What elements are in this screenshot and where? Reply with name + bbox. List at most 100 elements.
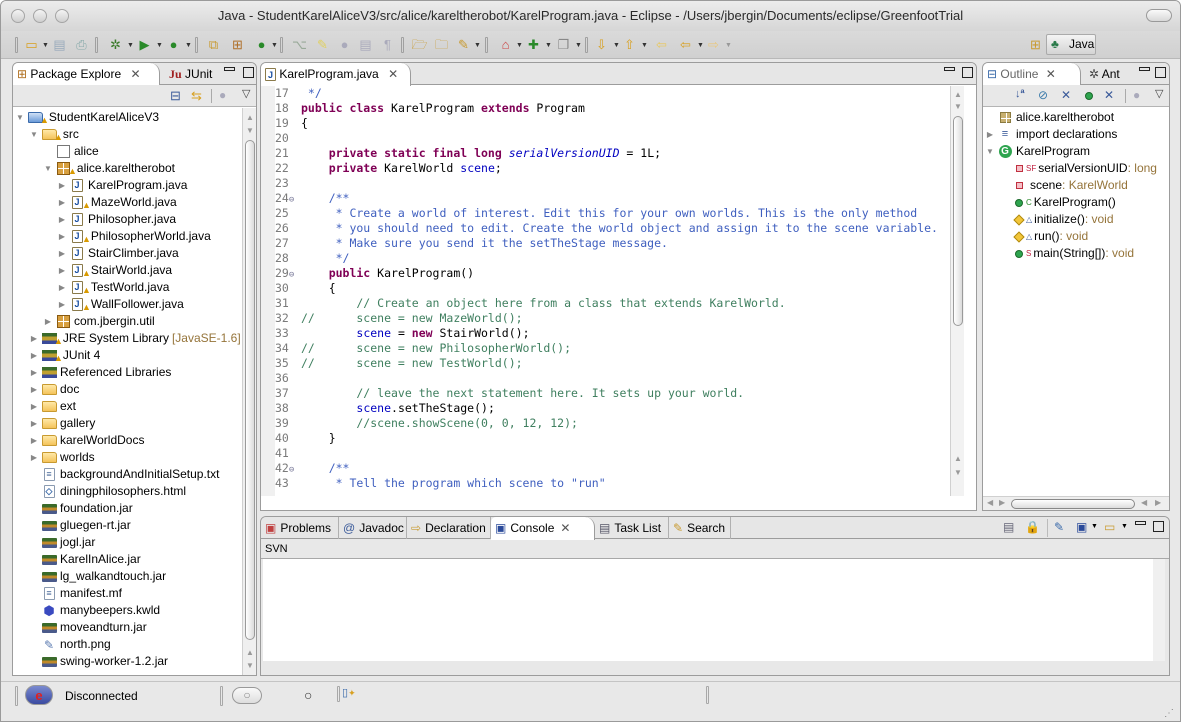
tree-item[interactable]: ▼ ▲ src	[29, 126, 79, 143]
maximize-editor-button[interactable]	[962, 67, 973, 78]
java-perspective-button[interactable]: ♣ Java	[1046, 34, 1096, 55]
outline-item[interactable]: alice.kareltherobot	[985, 109, 1114, 126]
mark-occurrences-icon[interactable]: ✎	[314, 36, 331, 53]
package-explorer-scrollbar[interactable]: ▲ ▼ ▲ ▼	[242, 108, 256, 675]
tree-item[interactable]: ▼ ▲ StudentKarelAliceV3	[15, 109, 159, 126]
collapsed-twisty-icon[interactable]: ▶	[57, 245, 67, 262]
print-icon[interactable]: ⎙	[73, 36, 90, 53]
collapsed-twisty-icon[interactable]: ▶	[29, 398, 39, 415]
scroll-down-icon[interactable]: ▼	[954, 102, 962, 111]
tree-item[interactable]: ▶ J Philosopher.java	[57, 211, 176, 228]
code-line[interactable]: 39 //scene.showScene(0, 0, 12, 12);	[275, 416, 578, 431]
tree-item[interactable]: jogl.jar	[29, 534, 95, 551]
last-edit-location-icon[interactable]: ⇦	[653, 36, 670, 53]
tree-item[interactable]: ▼ ▲ alice.kareltherobot	[43, 160, 175, 177]
scroll-down-icon[interactable]: ▼	[954, 468, 962, 477]
tab-karelprogram-java[interactable]: J KarelProgram.java ✕	[261, 63, 411, 86]
lightbulb-icon[interactable]: ○	[304, 687, 312, 703]
close-icon[interactable]: ✕	[388, 67, 398, 81]
console-scrollbar[interactable]	[1153, 559, 1165, 661]
code-line[interactable]: 21 private static final long serialVersi…	[275, 146, 661, 161]
collapsed-twisty-icon[interactable]: ▶	[57, 296, 67, 313]
chevron-down-icon[interactable]: ▼	[725, 42, 732, 49]
tree-item[interactable]: moveandturn.jar	[29, 619, 147, 636]
back-icon[interactable]: ⇦	[677, 36, 694, 53]
code-line[interactable]: 29⊖ public KarelProgram()	[275, 266, 474, 281]
code-line[interactable]: 31 // Create an object here from a class…	[275, 296, 786, 311]
scroll-left-icon[interactable]: ◀	[987, 498, 993, 507]
scroll-down-icon[interactable]: ▼	[246, 126, 254, 135]
collapsed-twisty-icon[interactable]: ▶	[985, 126, 995, 143]
chevron-down-icon[interactable]: ▼	[42, 42, 49, 49]
code-line[interactable]: 41	[275, 446, 301, 461]
scroll-lock-icon[interactable]: 🔒	[1025, 520, 1040, 534]
chevron-down-icon[interactable]: ▼	[156, 42, 163, 49]
show-whitespace-icon[interactable]: ¶	[379, 36, 396, 53]
tree-item[interactable]: ⬢ manybeepers.kwld	[29, 602, 160, 619]
maximize-view-button[interactable]	[1153, 521, 1164, 532]
tree-item[interactable]: lg_walkandtouch.jar	[29, 568, 166, 585]
tree-item[interactable]: KarelInAlice.jar	[29, 551, 141, 568]
code-line[interactable]: 18 public class KarelProgram extends Prog…	[275, 101, 585, 116]
tree-item[interactable]: ▶ J ▲ MazeWorld.java	[57, 194, 177, 211]
code-line[interactable]: 37 // leave the next statement here. It …	[275, 386, 744, 401]
chevron-down-icon[interactable]: ▼	[545, 42, 552, 49]
code-line[interactable]: 26 * you should need to edit. Create the…	[275, 221, 938, 236]
minimize-editor-button[interactable]	[944, 67, 955, 71]
minimize-view-button[interactable]	[1139, 67, 1150, 71]
scroll-up-icon[interactable]: ▲	[246, 648, 254, 657]
open-type-icon[interactable]: 🗁	[411, 36, 428, 53]
fold-toggle-icon[interactable]: ⊖	[289, 270, 294, 280]
tree-item[interactable]: ▶ doc	[29, 381, 79, 398]
pin-console-icon[interactable]: ✎	[1054, 520, 1064, 534]
tree-item[interactable]: gluegen-rt.jar	[29, 517, 131, 534]
fold-toggle-icon[interactable]: ⊖	[289, 465, 294, 475]
collapsed-twisty-icon[interactable]: ▶	[29, 432, 39, 449]
scroll-up-icon[interactable]: ▲	[246, 113, 254, 122]
collapsed-twisty-icon[interactable]: ▶	[43, 313, 53, 330]
scrollbar-thumb[interactable]	[245, 140, 255, 640]
outline-hscrollbar[interactable]: ◀ ▶ ◀ ▶	[983, 496, 1169, 510]
chevron-down-icon[interactable]: ▼	[697, 42, 704, 49]
expanded-twisty-icon[interactable]: ▼	[29, 126, 39, 143]
tab-problems[interactable]: ▣ Problems	[261, 517, 339, 539]
code-line[interactable]: 34 // scene = new PhilosopherWorld();	[275, 341, 571, 356]
code-line[interactable]: 33 scene = new StairWorld();	[275, 326, 530, 341]
code-line[interactable]: 30 {	[275, 281, 336, 296]
link-with-editor-icon[interactable]: ⇆	[191, 88, 202, 104]
outline-item[interactable]: C KarelProgram()	[999, 194, 1116, 211]
minimize-view-button[interactable]	[224, 67, 235, 71]
outline-item[interactable]: scene : KarelWorld	[999, 177, 1128, 194]
scroll-down-icon[interactable]: ▼	[246, 661, 254, 670]
tree-item[interactable]: ◇ diningphilosophers.html	[29, 483, 186, 500]
code-line[interactable]: 42⊖ /**	[275, 461, 349, 476]
outline-item[interactable]: SF serialVersionUID : long	[999, 160, 1157, 177]
collapsed-twisty-icon[interactable]: ▶	[57, 262, 67, 279]
hide-static-icon[interactable]: ✕	[1061, 88, 1071, 102]
collapsed-twisty-icon[interactable]: ▶	[57, 194, 67, 211]
connection-icon[interactable]: e	[25, 685, 53, 705]
tab-ant[interactable]: ✲ Ant	[1085, 63, 1120, 85]
chevron-down-icon[interactable]: ▼	[516, 42, 523, 49]
view-menu-icon[interactable]: ▽	[1155, 87, 1163, 100]
fast-view-icon[interactable]: ▯✦	[342, 686, 356, 699]
build-icon[interactable]: ⌂	[497, 36, 514, 53]
toolbar-toggle-button[interactable]	[1146, 9, 1172, 22]
chevron-down-icon[interactable]: ▼	[1121, 523, 1128, 530]
tree-item[interactable]: ▶ J ▲ TestWorld.java	[57, 279, 169, 296]
view-menu-icon[interactable]: ▽	[242, 87, 250, 100]
chevron-down-icon[interactable]: ▼	[185, 42, 192, 49]
chevron-down-icon[interactable]: ▼	[271, 42, 278, 49]
fold-toggle-icon[interactable]: ⊖	[289, 195, 294, 205]
code-line[interactable]: 40 }	[275, 431, 336, 446]
scroll-left-icon[interactable]: ◀	[1141, 498, 1147, 507]
code-line[interactable]: 38 scene.setTheStage();	[275, 401, 495, 416]
tree-item[interactable]: ▶ J ▲ StairWorld.java	[57, 262, 172, 279]
collapsed-twisty-icon[interactable]: ▶	[57, 228, 67, 245]
clear-console-icon[interactable]: ▤	[1003, 520, 1014, 534]
maximize-view-button[interactable]	[243, 67, 254, 78]
tree-item[interactable]: ▶ ext	[29, 398, 76, 415]
resize-grip-icon[interactable]: ⋰	[1164, 708, 1174, 719]
tree-item[interactable]: alice	[43, 143, 99, 160]
collapsed-twisty-icon[interactable]: ▶	[29, 347, 39, 364]
